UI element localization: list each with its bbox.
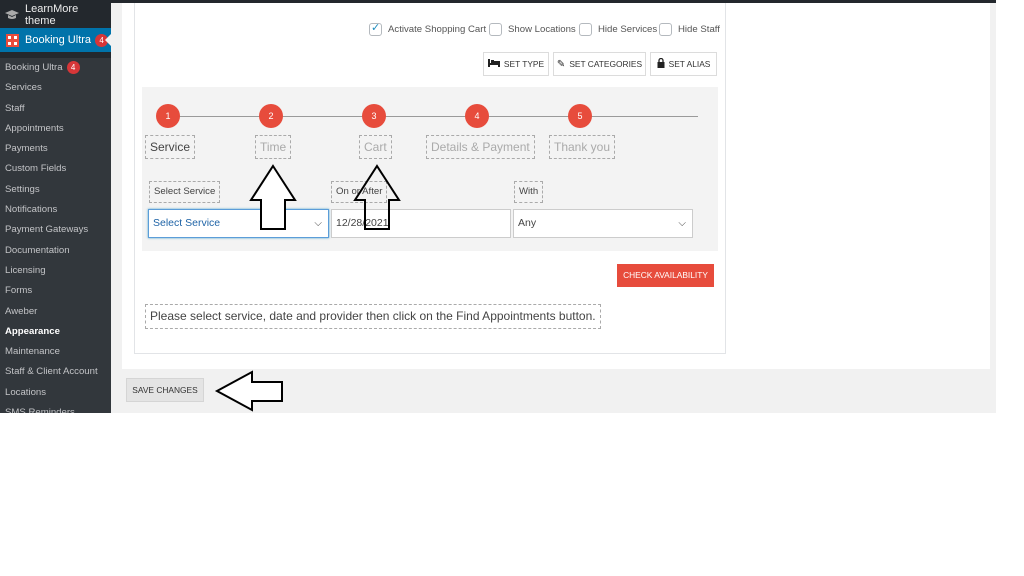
step-1-circle: 1 bbox=[156, 104, 180, 128]
with-field-label[interactable]: With bbox=[514, 181, 544, 203]
step-4-circle: 4 bbox=[465, 104, 489, 128]
sidebar-item-booking-ultra[interactable]: Booking Ultra 4 bbox=[0, 28, 111, 52]
submenu-item-settings[interactable]: Settings bbox=[0, 180, 111, 200]
checkbox-checked[interactable] bbox=[369, 21, 382, 36]
admin-sidebar: LearnMore theme Booking Ultra 4 Booking … bbox=[0, 0, 111, 413]
step-1-label[interactable]: Service bbox=[145, 135, 196, 159]
update-badge: 4 bbox=[66, 61, 80, 74]
submenu-item-forms[interactable]: Forms bbox=[0, 281, 111, 301]
sidebar-item-label: Booking Ultra bbox=[25, 34, 92, 46]
step-4-label[interactable]: Details & Payment bbox=[426, 135, 535, 159]
submenu-item-staff-client-account[interactable]: Staff & Client Account bbox=[0, 362, 111, 382]
submenu-item-custom-fields[interactable]: Custom Fields bbox=[0, 159, 111, 179]
step-5-circle: 5 bbox=[568, 104, 592, 128]
submenu-item-payments[interactable]: Payments bbox=[0, 139, 111, 159]
edit-icon: ✎ bbox=[556, 58, 566, 70]
step-3-circle: 3 bbox=[362, 104, 386, 128]
service-select[interactable]: Select Service ⌵ bbox=[148, 209, 329, 238]
update-badge: 4 bbox=[95, 33, 109, 47]
set-type-button[interactable]: SET TYPE bbox=[483, 52, 549, 76]
submenu-item-sms-reminders[interactable]: SMS Reminders bbox=[0, 403, 111, 413]
screenshot: LearnMore theme Booking Ultra 4 Booking … bbox=[0, 0, 1024, 576]
hide-services-checkbox[interactable]: Hide Services bbox=[579, 23, 657, 36]
chevron-down-icon: ⌵ bbox=[678, 218, 686, 229]
step-2-label[interactable]: Time bbox=[255, 135, 292, 159]
submenu-item-payment-gateways[interactable]: Payment Gateways bbox=[0, 220, 111, 240]
instructions-text[interactable]: Please select service, date and provider… bbox=[145, 304, 601, 329]
hide-staff-checkbox[interactable]: Hide Staff bbox=[659, 23, 720, 36]
service-field-label[interactable]: Select Service bbox=[149, 181, 221, 203]
left-arrow-annotation-save bbox=[214, 370, 283, 412]
submenu-item-documentation[interactable]: Documentation bbox=[0, 241, 111, 261]
sidebar-item-site[interactable]: LearnMore theme bbox=[0, 3, 111, 27]
set-categories-button[interactable]: ✎ SET CATEGORIES bbox=[553, 52, 646, 76]
submenu-item-licensing[interactable]: Licensing bbox=[0, 261, 111, 281]
submenu-item-notifications[interactable]: Notifications bbox=[0, 200, 111, 220]
up-arrow-annotation-cart bbox=[353, 164, 401, 230]
submenu-item-services[interactable]: Services bbox=[0, 78, 111, 98]
save-changes-button[interactable]: SAVE CHANGES bbox=[126, 378, 204, 402]
step-3-label[interactable]: Cart bbox=[359, 135, 392, 159]
submenu-item-locations[interactable]: Locations bbox=[0, 383, 111, 403]
submenu-item-appointments[interactable]: Appointments bbox=[0, 119, 111, 139]
chevron-down-icon: ⌵ bbox=[314, 218, 322, 229]
sidebar-item-label: LearnMore theme bbox=[25, 3, 79, 27]
show-locations-checkbox[interactable]: Show Locations bbox=[489, 23, 576, 36]
calendar-icon bbox=[4, 33, 20, 47]
lock-icon bbox=[657, 57, 665, 71]
steps-connector bbox=[168, 116, 698, 117]
up-arrow-annotation-time bbox=[249, 164, 297, 230]
checkbox[interactable] bbox=[489, 23, 502, 36]
provider-select[interactable]: Any ⌵ bbox=[513, 209, 693, 238]
submenu-item-booking-ultra[interactable]: Booking Ultra 4 bbox=[0, 58, 111, 78]
submenu-item-staff[interactable]: Staff bbox=[0, 99, 111, 119]
checkbox[interactable] bbox=[659, 23, 672, 36]
check-availability-button[interactable]: CHECK AVAILABILITY bbox=[617, 264, 714, 287]
activate-cart-checkbox[interactable]: Activate Shopping Cart bbox=[369, 21, 486, 36]
step-2-circle: 2 bbox=[259, 104, 283, 128]
submenu-item-appearance[interactable]: Appearance bbox=[0, 322, 111, 342]
step-5-label[interactable]: Thank you bbox=[549, 135, 616, 159]
bed-icon bbox=[487, 58, 500, 70]
submenu-item-maintenance[interactable]: Maintenance bbox=[0, 342, 111, 362]
graduation-cap-icon bbox=[4, 8, 20, 22]
submenu: Booking Ultra 4 Services Staff Appointmen… bbox=[0, 58, 111, 413]
checkbox[interactable] bbox=[579, 23, 592, 36]
submenu-item-aweber[interactable]: Aweber bbox=[0, 302, 111, 322]
set-alias-button[interactable]: SET ALIAS bbox=[650, 52, 717, 76]
